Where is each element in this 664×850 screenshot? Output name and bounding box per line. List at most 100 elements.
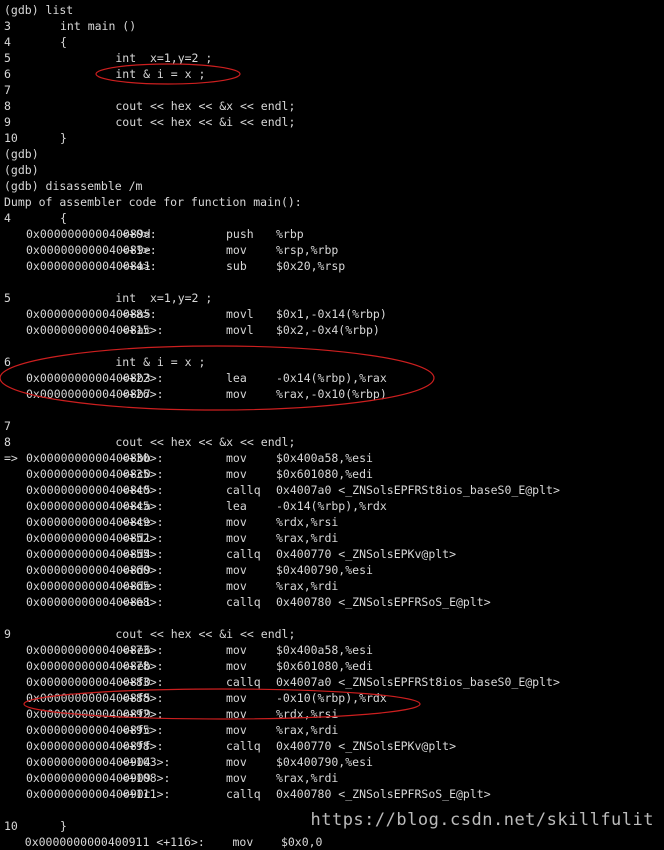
asm-mnemonic: mov [226,643,247,657]
asm-operands: $0x20,%rsp [276,259,346,273]
asm-operands: $0x400a58,%esi [276,451,373,465]
gdb-prompt-line: (gdb) disassemble /m [4,178,664,194]
asm-offset: <+88>: [122,691,164,705]
source-line: 5 int x=1,y=2 ; [4,290,664,306]
asm-operands: 0x400770 <_ZNSolsEPKv@plt> [276,739,457,753]
asm-line: 0x0000000000400904 <+103>: mov $0x400790,%e… [4,754,664,770]
source-line-number: 6 [4,355,11,369]
source-line: 8 cout << hex << &x << endl; [4,434,664,450]
gdb-prompt-line: (gdb) [4,162,664,178]
asm-operands: %rdx,%rsi [276,707,339,721]
asm-line: 0x00000000004008f0 <+83>: callq 0x4007a0 <_… [4,674,664,690]
source-line-number: 4 [4,211,11,225]
asm-mnemonic: mov [226,723,247,737]
source-code: } [60,819,67,833]
asm-mnemonic: mov [226,531,247,545]
asm-offset: <+0>: [122,227,157,241]
asm-line: 0x000000000040089d <+0>: push %rbp [4,226,664,242]
source-line: 10} [4,130,664,146]
asm-line: 0x00000000004008eb <+78>: mov $0x601080,%ed… [4,658,664,674]
asm-line: 0x0000000000400909 <+108>: mov %rax,%rdi [4,770,664,786]
asm-operands: %rax,%rdi [276,723,339,737]
line-text: Dump of assembler code for function main… [4,195,302,209]
asm-mnemonic: lea [226,371,247,385]
asm-offset: <+22>: [122,371,164,385]
asm-mnemonic: mov [226,563,247,577]
source-code: int x=1,y=2 ; [60,291,213,305]
asm-line: 0x000000000040089e <+1>: mov %rsp,%rbp [4,242,664,258]
source-line: 9 cout << hex << &i << endl; [4,626,664,642]
line-text: (gdb) disassemble /m [4,179,143,193]
asm-operands: 0x4007a0 <_ZNSolsEPFRSt8ios_baseS0_E@plt… [276,675,560,689]
source-code: cout << hex << &x << endl; [60,99,296,113]
asm-offset: <+78>: [122,659,164,673]
asm-line: 0x00000000004008e6 <+73>: mov $0x400a58,%es… [4,642,664,658]
source-line: 7 [4,418,664,434]
asm-line: 0x000000000040090c <+111>: callq 0x400780 <… [4,786,664,802]
asm-line: 0x00000000004008ce <+49>: mov %rdx,%rsi [4,514,664,530]
asm-mnemonic: mov [226,771,247,785]
asm-line: 0x00000000004008b3 <+22>: lea -0x14(%rbp),%… [4,370,664,386]
asm-operands: %rax,-0x10(%rbp) [276,387,387,401]
asm-offset: <+95>: [122,723,164,737]
asm-operands: 0x400780 <_ZNSolsEPFRSoS_E@plt> [276,787,491,801]
source-line: 7 [4,82,664,98]
asm-offset: <+1>: [122,243,157,257]
asm-offset: <+4>: [122,259,157,273]
asm-mnemonic: callq [226,787,261,801]
asm-offset: <+52>: [122,531,164,545]
asm-mnemonic: mov [226,467,247,481]
asm-offset: <+40>: [122,483,164,497]
output-line: 0x0000000000400911 <+116>: mov $0x0,0 [4,834,664,850]
asm-line: 0x00000000004008a5 <+8>: movl $0x1,-0x14(%r… [4,306,664,322]
source-line-number: 3 [4,19,11,33]
asm-offset: <+108>: [122,771,171,785]
asm-mnemonic: movl [226,307,254,321]
asm-line: 0x00000000004008c5 <+40>: callq 0x4007a0 <_… [4,482,664,498]
source-code: cout << hex << &i << endl; [60,115,296,129]
source-line-number: 10 [4,819,18,833]
source-code: } [60,131,67,145]
source-line-number: 10 [4,131,18,145]
asm-mnemonic: callq [226,483,261,497]
asm-offset: <+60>: [122,563,164,577]
asm-operands: %rax,%rdi [276,579,339,593]
source-code: cout << hex << &i << endl; [60,627,296,641]
asm-mnemonic: mov [226,755,247,769]
source-code: int & i = x ; [60,355,206,369]
source-line-number: 4 [4,35,11,49]
asm-offset: <+68>: [122,595,164,609]
asm-mnemonic: mov [226,659,247,673]
asm-mnemonic: mov [226,451,247,465]
source-line-number: 7 [4,419,11,433]
source-code: { [60,211,67,225]
asm-operands: %rsp,%rbp [276,243,339,257]
asm-line: 0x00000000004008ca <+45>: lea -0x14(%rbp),%… [4,498,664,514]
asm-offset: <+8>: [122,307,157,321]
asm-line: 0x00000000004008f5 <+88>: mov -0x10(%rbp),%… [4,690,664,706]
source-line: 5 int x=1,y=2 ; [4,50,664,66]
source-code: int x=1,y=2 ; [60,51,213,65]
source-line: 9 cout << hex << &i << endl; [4,114,664,130]
output-line: Dump of assembler code for function main… [4,194,664,210]
asm-mnemonic: mov [226,691,247,705]
line-text: (gdb) [4,163,39,177]
gdb-terminal-output: (gdb) list 3 int main () 4{5 int x=1,y=2 ; 6… [0,0,664,849]
asm-offset: <+30>: [122,451,164,465]
source-code: cout << hex << &x << endl; [60,435,296,449]
asm-mnemonic: mov [226,707,247,721]
source-line-number: 8 [4,435,11,449]
gdb-prompt-line: (gdb) [4,146,664,162]
asm-operands: $0x1,-0x14(%rbp) [276,307,387,321]
source-line: 6 int & i = x ; [4,66,664,82]
asm-mnemonic: lea [226,499,247,513]
asm-offset: <+111>: [122,787,171,801]
asm-line: 0x00000000004008ac <+15>: movl $0x2,-0x4(%r… [4,322,664,338]
source-line: 4{ [4,210,664,226]
asm-line: 0x00000000004008b7 <+26>: mov %rax,-0x10(%r… [4,386,664,402]
gdb-prompt-line: (gdb) list [4,2,664,18]
